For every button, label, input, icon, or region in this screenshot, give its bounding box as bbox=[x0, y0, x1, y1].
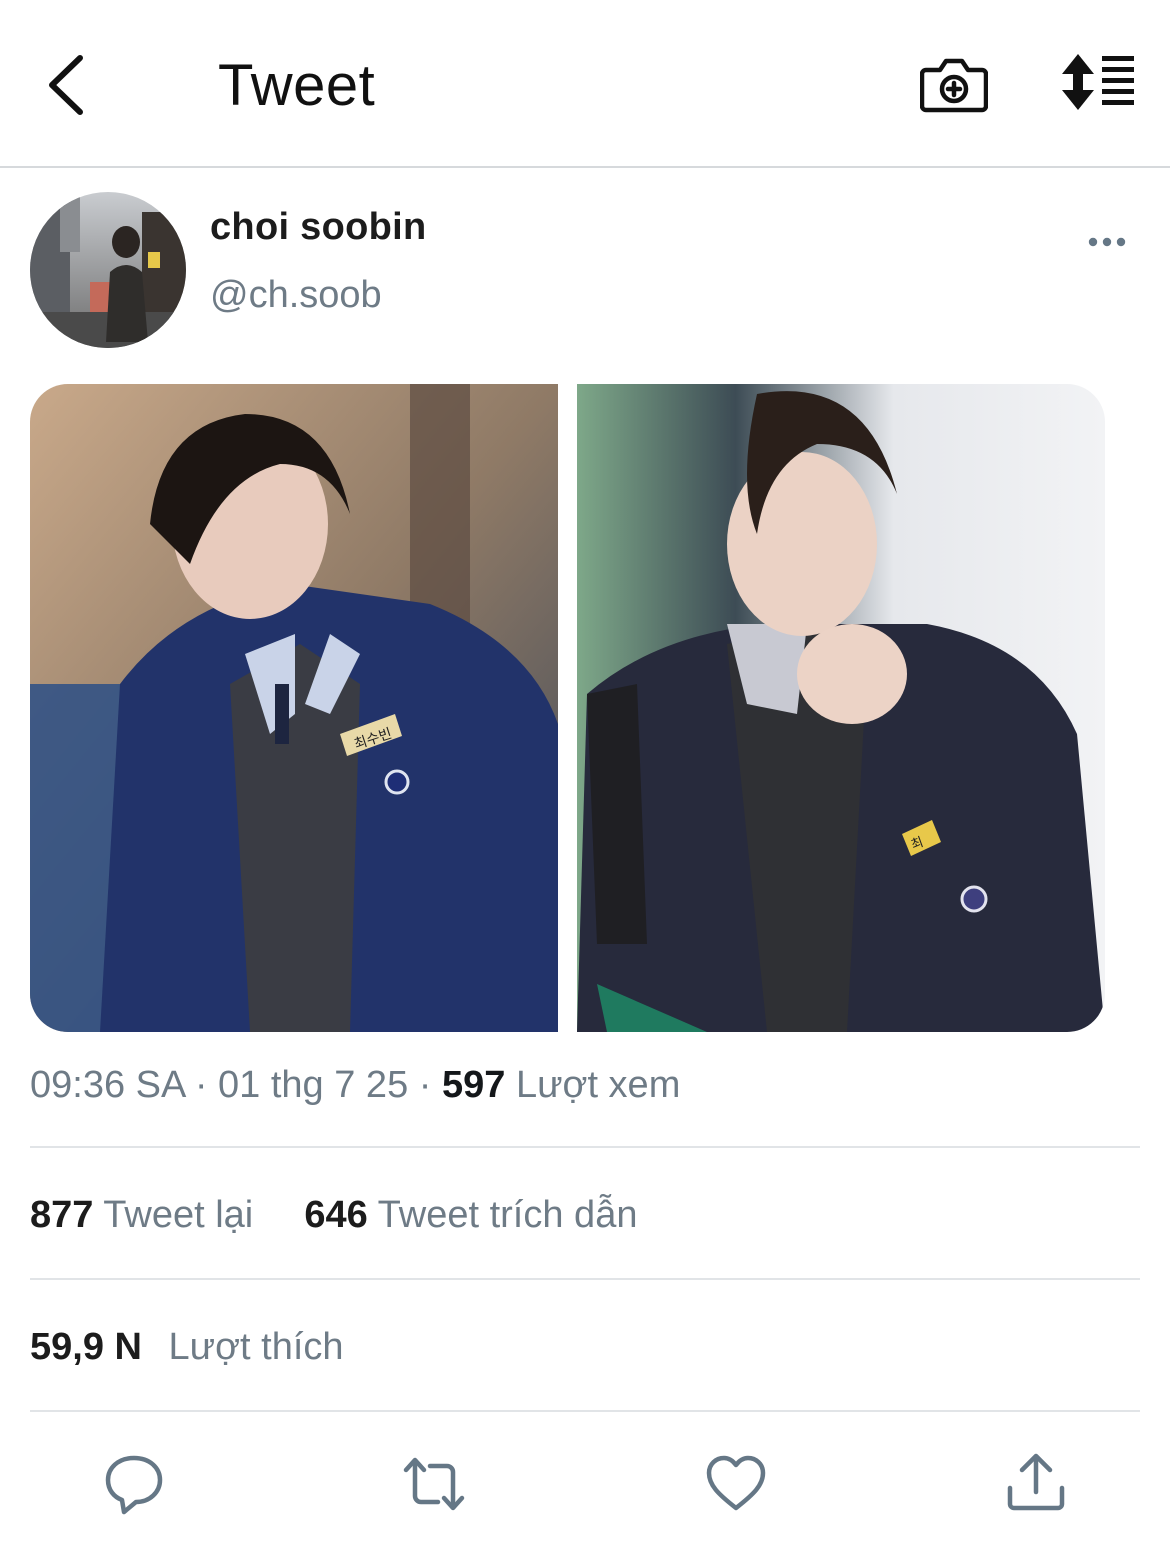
views-label: Lượt xem bbox=[515, 1064, 681, 1106]
tweet-image-1[interactable]: 최수빈 bbox=[30, 384, 558, 1032]
quotes-stat[interactable]: 646 Tweet trích dẫn bbox=[304, 1194, 637, 1236]
share-icon bbox=[1007, 1453, 1065, 1511]
tweet-date: 01 thg 7 25 bbox=[218, 1064, 409, 1106]
user-handle[interactable]: @ch.soob bbox=[210, 274, 382, 317]
sort-list-icon bbox=[1062, 54, 1134, 110]
retweets-count: 877 bbox=[30, 1194, 94, 1236]
photo-student-profile: 최수빈 bbox=[30, 384, 558, 1032]
quotes-label: Tweet trích dẫn bbox=[377, 1194, 638, 1236]
tweet-image-2[interactable]: 최 bbox=[577, 384, 1105, 1032]
divider bbox=[30, 1146, 1140, 1148]
camera-plus-icon bbox=[919, 58, 989, 113]
tweet-time: 09:36 SA bbox=[30, 1064, 185, 1106]
divider bbox=[30, 1278, 1140, 1280]
likes-count: 59,9 N bbox=[30, 1326, 142, 1368]
engagement-stats-row-2: 59,9 N Lượt thích bbox=[30, 1326, 344, 1369]
likes-label: Lượt thích bbox=[168, 1326, 344, 1368]
like-button[interactable] bbox=[704, 1452, 768, 1516]
retweets-stat[interactable]: 877 Tweet lại bbox=[30, 1194, 264, 1236]
sort-button[interactable] bbox=[1058, 52, 1138, 112]
camera-button[interactable] bbox=[919, 52, 989, 116]
views-count: 597 bbox=[441, 1064, 506, 1106]
like-icon bbox=[706, 1455, 766, 1511]
quotes-count: 646 bbox=[304, 1194, 368, 1236]
tweet-meta: 09:36 SA · 01 thg 7 25 · 597 Lượt xem bbox=[30, 1064, 680, 1107]
meta-separator: · bbox=[194, 1064, 208, 1106]
retweet-icon bbox=[403, 1457, 465, 1511]
likes-stat[interactable]: 59,9 N Lượt thích bbox=[30, 1326, 344, 1368]
avatar-photo bbox=[30, 192, 186, 348]
share-button[interactable] bbox=[1004, 1452, 1068, 1516]
engagement-stats-row-1: 877 Tweet lại 646 Tweet trích dẫn bbox=[30, 1194, 637, 1237]
divider bbox=[30, 1410, 1140, 1412]
top-bar: Tweet bbox=[0, 0, 1170, 168]
page-title: Tweet bbox=[218, 53, 376, 118]
reply-icon bbox=[105, 1455, 163, 1515]
photo-student-closeup: 최 bbox=[577, 384, 1105, 1032]
retweet-button[interactable] bbox=[402, 1452, 466, 1516]
avatar[interactable] bbox=[30, 192, 186, 348]
reply-button[interactable] bbox=[102, 1452, 166, 1516]
retweets-label: Tweet lại bbox=[103, 1194, 254, 1236]
display-name[interactable]: choi soobin bbox=[210, 206, 427, 249]
more-dots-icon bbox=[1088, 237, 1126, 247]
back-button[interactable] bbox=[40, 50, 100, 120]
chevron-left-icon bbox=[49, 55, 83, 115]
more-options-button[interactable] bbox=[1082, 228, 1132, 256]
meta-separator: · bbox=[418, 1064, 432, 1106]
